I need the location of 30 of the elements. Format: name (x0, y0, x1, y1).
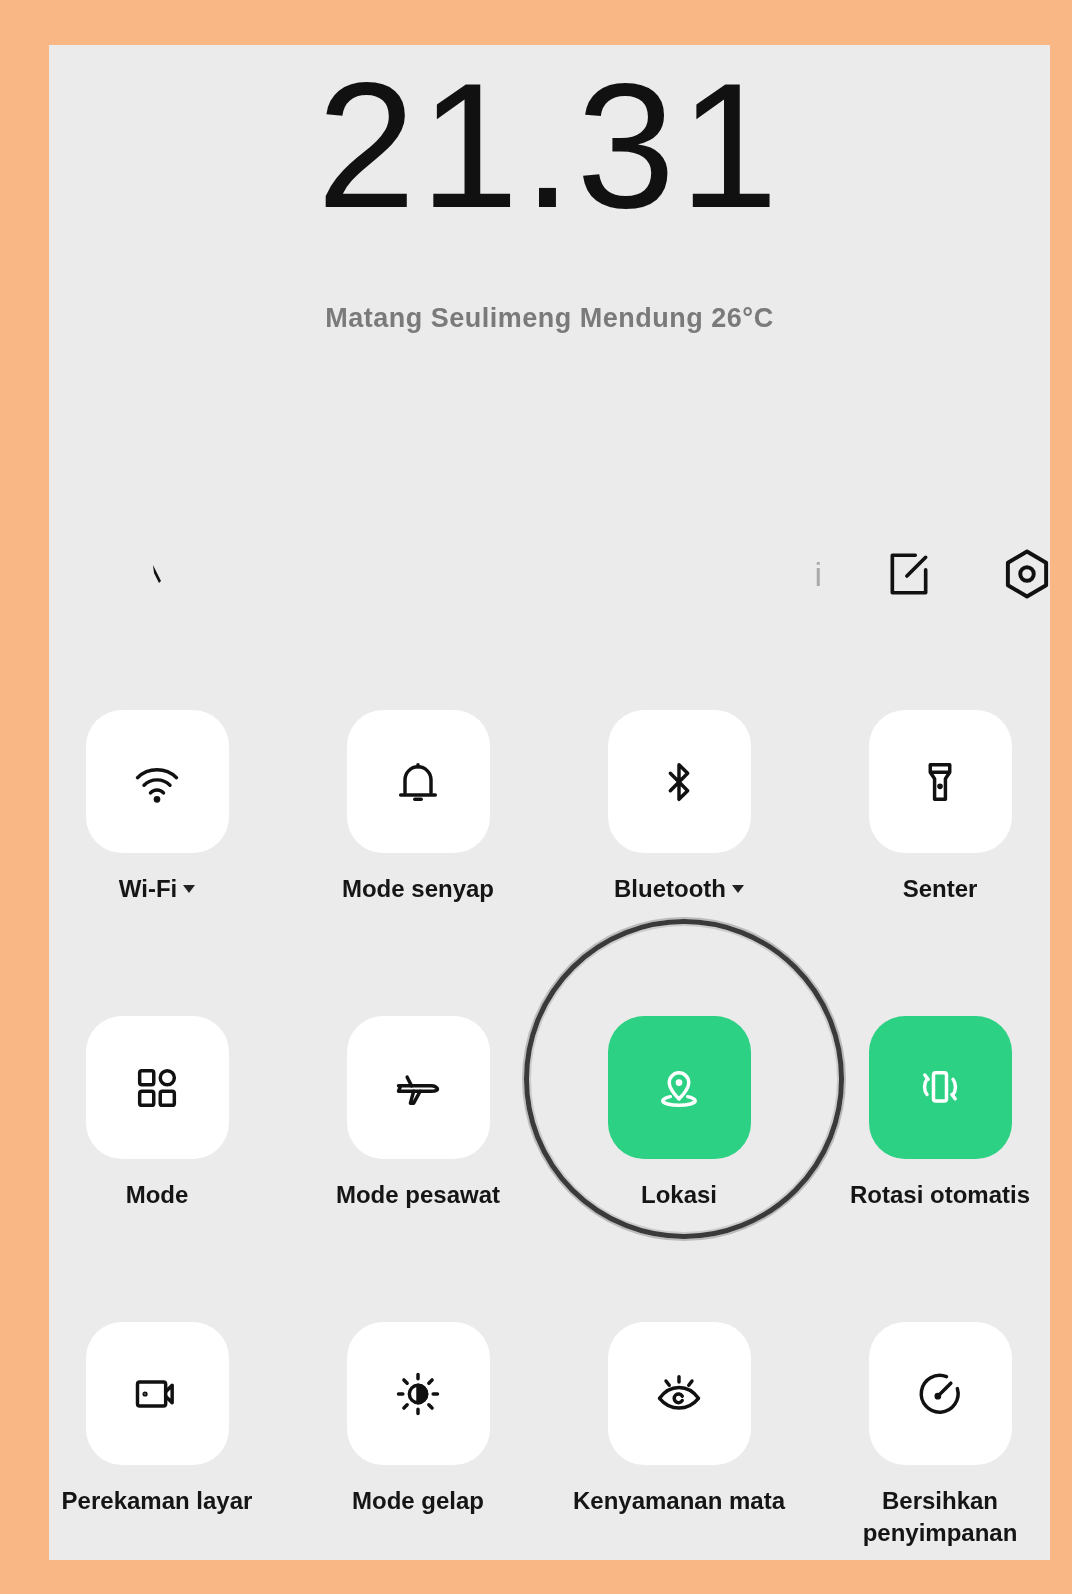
tile-label: Lokasi (641, 1180, 717, 1211)
clock-time: 21.31 (316, 57, 783, 235)
tile-label: Mode pesawat (335, 1180, 500, 1211)
toggle-tile[interactable] (346, 710, 490, 853)
toggle-tile[interactable] (85, 710, 229, 853)
tile-label: Bersihkan penyimpanan (861, 1486, 1019, 1548)
tile-label: Rotasi otomatis (850, 1180, 1030, 1211)
toggle-tile[interactable] (868, 1322, 1012, 1466)
tile-label: Bluetooth (614, 874, 726, 904)
dropdown-caret-icon[interactable] (183, 884, 196, 893)
tile-label: Mode gelap (352, 1486, 484, 1517)
toggle-tile[interactable] (607, 710, 751, 853)
toggle-tile[interactable] (868, 1016, 1012, 1160)
dropdown-caret-icon[interactable] (732, 884, 744, 893)
tile-label: Mode senyap (341, 874, 494, 904)
tile-label: Mode (125, 1180, 189, 1211)
toggle-tile[interactable] (346, 1016, 490, 1160)
tile-label: Senter (902, 874, 978, 904)
weather-text: Matang Seulimeng Mendung 26°C (325, 303, 774, 334)
toggle-tile[interactable] (868, 710, 1012, 853)
mark-icon (153, 565, 161, 583)
toggle-tile[interactable] (607, 1016, 751, 1160)
toggle-tile[interactable] (85, 1016, 229, 1160)
tile-label: Kenyamanan mata (572, 1486, 786, 1517)
toggle-tile[interactable] (346, 1322, 490, 1466)
tile-label: Wi-Fi (118, 874, 178, 904)
tile-label: Perekaman layar (61, 1486, 253, 1517)
info-text: i (814, 554, 822, 594)
toggle-tile[interactable] (85, 1322, 229, 1466)
toggle-tile[interactable] (607, 1322, 751, 1466)
